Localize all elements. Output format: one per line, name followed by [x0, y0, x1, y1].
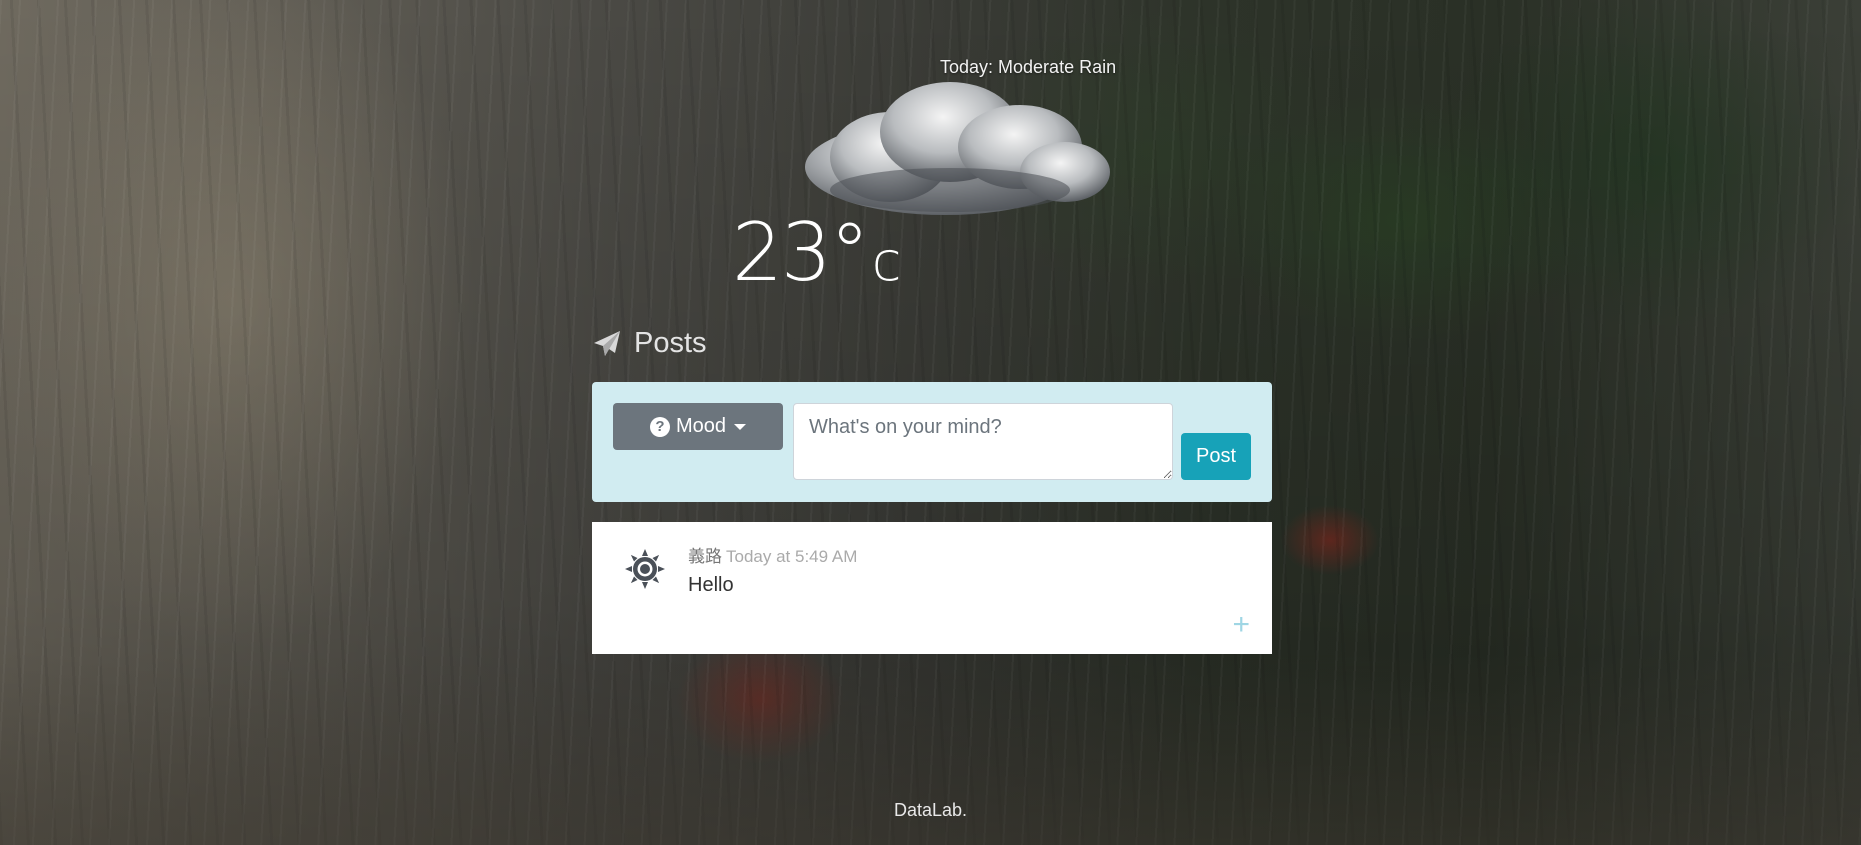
page: Today: Moderate Rain 23°c Posts ? Mood W…	[0, 0, 1861, 845]
mood-dropdown-button[interactable]: ? Mood	[613, 403, 783, 450]
post-timestamp: Today at 5:49 AM	[726, 547, 858, 566]
caret-down-icon	[734, 423, 747, 430]
post-button[interactable]: Post	[1181, 433, 1251, 480]
expand-post-button[interactable]: +	[1232, 610, 1250, 640]
paper-plane-icon	[594, 330, 620, 356]
post-card: 義路 Today at 5:49 AM Hello +	[592, 522, 1272, 654]
post-author: 義路	[688, 547, 722, 566]
posts-header: Posts	[592, 327, 707, 360]
post-body: Hello	[688, 574, 734, 596]
temperature-value: 23°	[732, 206, 870, 299]
footer-brand: DataLab.	[893, 800, 968, 820]
sun-icon	[625, 549, 665, 589]
posts-title: Posts	[634, 327, 707, 359]
post-meta: 義路 Today at 5:49 AM	[688, 542, 857, 567]
question-circle-icon: ?	[649, 416, 670, 437]
mood-label: Mood	[675, 415, 727, 437]
weather-title: Today: Moderate Rain	[940, 57, 1117, 77]
post-composer: ? Mood Post	[592, 382, 1272, 502]
post-text-input[interactable]	[793, 403, 1173, 480]
temperature-display: 23°c	[732, 206, 902, 307]
temperature-unit: c	[871, 230, 902, 293]
